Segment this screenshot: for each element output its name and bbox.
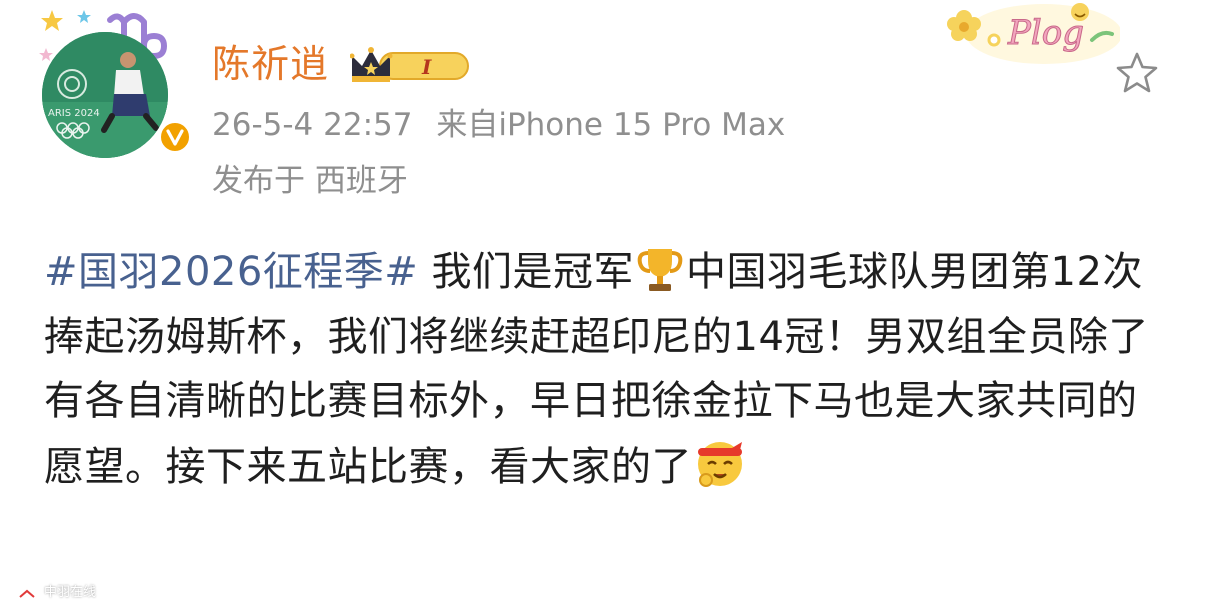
post-text-part1: 我们是冠军 bbox=[418, 249, 635, 295]
watermark-text: 中羽在线 bbox=[44, 584, 97, 600]
verified-badge bbox=[158, 120, 192, 154]
post-timestamp-source: 26-5-4 22:57 来自iPhone 15 Pro Max bbox=[212, 104, 785, 146]
fighting-face-emoji bbox=[698, 441, 742, 487]
post-source: 来自iPhone 15 Pro Max bbox=[436, 107, 786, 143]
post-location: 发布于 西班牙 bbox=[212, 163, 408, 199]
watermark: 中羽在线 bbox=[14, 574, 96, 606]
smiley-sticker-icon bbox=[1071, 3, 1089, 21]
avatar-area: ARIS 2024 bbox=[38, 8, 192, 158]
post-content: #国羽2026征程季# 我们是冠军 中国羽毛球队男团第12次捧起汤姆斯杯，我们将继… bbox=[44, 240, 1164, 499]
username[interactable]: 陈祈逍 bbox=[212, 38, 329, 90]
level-number: I bbox=[421, 55, 432, 79]
crown-icon bbox=[350, 47, 393, 82]
topic-hashtag-link[interactable]: #国羽2026征程季# bbox=[44, 249, 418, 295]
post-timestamp: 26-5-4 22:57 bbox=[212, 107, 413, 143]
vip-crown-badge[interactable]: I bbox=[350, 44, 472, 86]
trophy-emoji bbox=[637, 249, 683, 291]
avatar-photo-icon: ARIS 2024 bbox=[42, 32, 168, 158]
star-outline-icon bbox=[1116, 52, 1158, 93]
avatar-caption: ARIS 2024 bbox=[48, 108, 100, 119]
avatar[interactable]: ARIS 2024 bbox=[42, 32, 168, 158]
verified-v-icon bbox=[166, 129, 184, 146]
favorite-star-button[interactable] bbox=[1110, 46, 1164, 100]
plog-label: Plog bbox=[1007, 13, 1084, 53]
watermark-logo-icon bbox=[17, 577, 37, 600]
plog-decoration-icon: Plog bbox=[947, 3, 1120, 64]
